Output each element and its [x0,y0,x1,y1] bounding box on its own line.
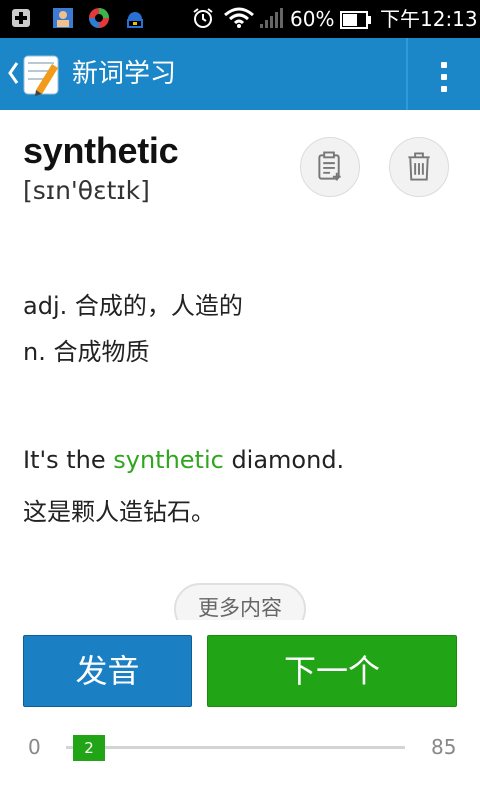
app-logo-icon[interactable] [22,52,62,96]
trash-icon [408,152,430,181]
example-after: diamond. [223,446,345,474]
alarm-icon [193,8,213,28]
word-phonetic: [sɪn'θɛtɪk] [23,176,150,205]
battery-icon [340,11,371,29]
action-bar: 新词学习 [0,38,480,110]
wifi-icon [224,7,254,28]
definition-noun: n. 合成物质 [23,338,150,366]
signal-icon [260,8,283,28]
back-chevron-icon[interactable] [6,58,20,88]
word-title: synthetic [23,130,179,171]
contacts-app-icon [53,8,73,28]
overflow-menu-icon[interactable] [408,38,480,110]
add-to-notebook-button[interactable] [300,137,360,197]
delete-word-button[interactable] [389,137,449,197]
example-highlight: synthetic [113,446,224,474]
colorful-app-icon [89,8,109,28]
add-note-icon [318,151,341,181]
pronounce-button[interactable]: 发音 [23,635,192,707]
example-before: It's the [23,446,114,474]
progress-track[interactable] [66,746,405,749]
progress-min: 0 [28,735,41,759]
progress-max: 85 [431,735,457,759]
status-bar: 60% 下午12:13 [0,0,480,38]
add-icon [12,9,30,27]
status-time: 下午12:13 [380,7,478,31]
screen-title: 新词学习 [72,59,177,89]
progress-thumb[interactable]: 2 [73,735,105,761]
example-translation: 这是颗人造钻石。 [23,498,215,526]
definition-adj: adj. 合成的，人造的 [23,292,243,320]
android-download-icon [127,12,143,28]
battery-percent: 60% [290,7,335,31]
next-word-button[interactable]: 下一个 [207,635,457,707]
example-sentence: It's the synthetic diamond. [23,446,344,474]
